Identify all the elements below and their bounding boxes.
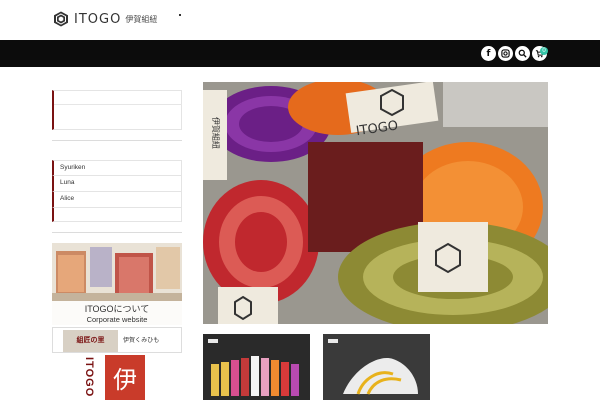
sneakers-image xyxy=(323,334,430,400)
logo-subtitle: 伊賀組紐 xyxy=(125,14,158,24)
sidebar-menu: Syuriken Luna Alice xyxy=(52,160,182,222)
sidebar-item-syuriken[interactable]: Syuriken xyxy=(52,160,182,176)
nav-bar: f xyxy=(0,40,600,67)
kumihimo-left-label: 組匠の里 xyxy=(63,330,118,352)
sidebar-item-alice[interactable]: Alice xyxy=(52,192,182,208)
product-thumbnail-cords[interactable] xyxy=(203,334,310,400)
kumihimo-right-label: 伊賀くみひも xyxy=(123,338,160,344)
kumihimo-banner[interactable]: 組匠の里 伊賀くみひも xyxy=(52,327,182,353)
facebook-icon[interactable]: f xyxy=(481,46,496,61)
hero-label-sub: 伊賀組紐 xyxy=(211,117,221,149)
header-dot xyxy=(179,14,181,16)
sidebar-item-luna[interactable]: Luna xyxy=(52,176,182,192)
instagram-icon[interactable] xyxy=(498,46,513,61)
search-icon[interactable] xyxy=(515,46,530,61)
corporate-website-banner[interactable]: ITOGOについて Corporate website xyxy=(52,243,182,325)
site-logo[interactable]: ITOGO 伊賀組紐 xyxy=(53,11,157,27)
search-divider xyxy=(54,104,182,105)
hero-image[interactable]: ITOGO 伊賀組紐 xyxy=(203,82,548,324)
sidebar-item-empty xyxy=(52,208,182,222)
cord-sticks-image xyxy=(203,334,310,400)
sidebar-divider xyxy=(52,232,182,233)
iga-banner[interactable]: ITOGO 伊 xyxy=(70,355,170,400)
cart-count-badge: 0 xyxy=(540,47,548,55)
corporate-title: ITOGOについて xyxy=(84,304,150,314)
braided-cords-image: ITOGO 伊賀組紐 xyxy=(203,82,548,324)
sidebar-divider xyxy=(52,140,182,141)
logo-hexagon-icon xyxy=(54,11,68,27)
iga-vertical-text: ITOGO xyxy=(83,357,95,398)
product-thumbnail-shoes[interactable] xyxy=(323,334,430,400)
thumbnail-tag xyxy=(328,339,338,343)
sidebar-search-box[interactable] xyxy=(52,90,182,130)
logo-text: ITOGO xyxy=(74,11,122,27)
site-header: ITOGO 伊賀組紐 xyxy=(0,0,600,40)
corporate-subtitle: Corporate website xyxy=(86,315,148,324)
corporate-caption: ITOGOについて Corporate website xyxy=(52,301,182,325)
iga-seal: 伊 xyxy=(105,355,145,400)
thumbnail-tag xyxy=(208,339,218,343)
